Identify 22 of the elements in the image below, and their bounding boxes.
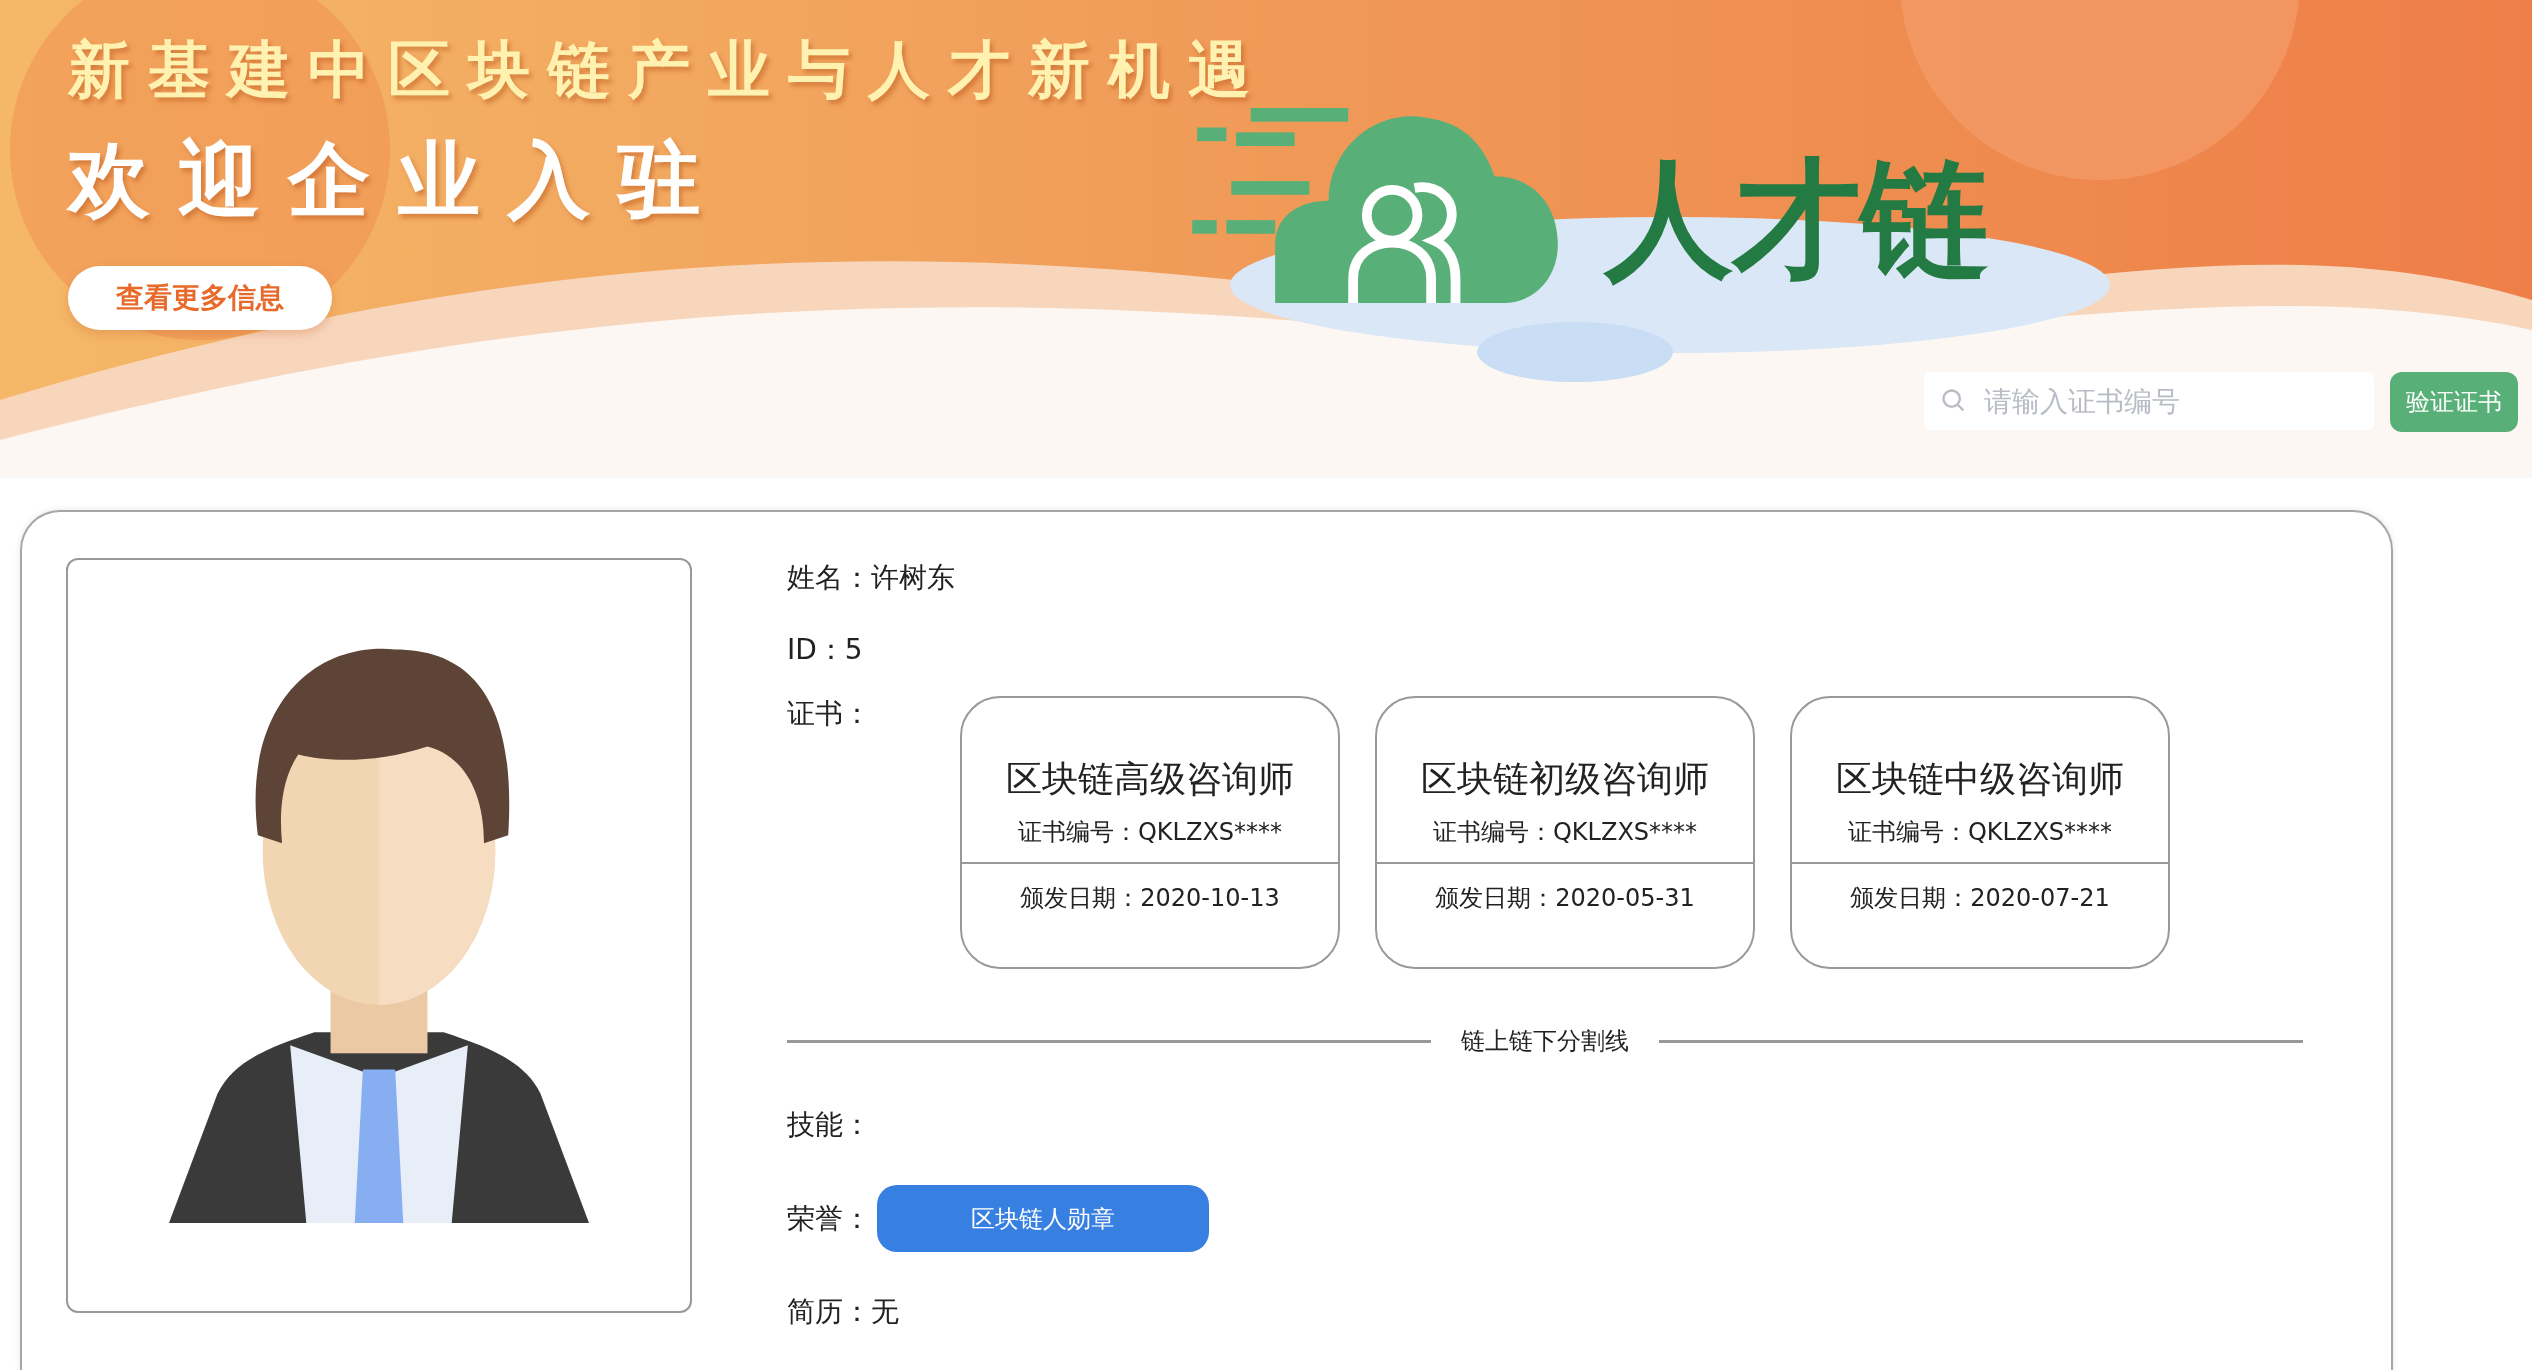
name-text: 姓名：许树东 [787,560,956,596]
more-info-button[interactable]: 查看更多信息 [68,266,332,330]
issue-date: 颁发日期：2020-07-21 [1850,883,2110,914]
honors-label: 荣誉： [787,1200,871,1237]
certificate-title: 区块链高级咨询师 [1006,757,1294,801]
certificate-search-field[interactable]: 请输入证书编号 [1924,372,2374,430]
banner-headline: 新基建中区块链产业与人才新机遇 [68,32,1268,108]
issue-date: 颁发日期：2020-10-13 [1020,883,1280,914]
certificate-title: 区块链初级咨询师 [1421,757,1709,801]
divider-label: 链上链下分割线 [1461,1026,1629,1057]
certificate-number: 证书编号：QKLZXS**** [1847,817,2113,848]
certificates-label: 证书： [787,696,872,732]
id-text: ID：5 [787,632,864,668]
issue-date: 颁发日期：2020-05-31 [1435,883,1695,914]
certificate-number: 证书编号：QKLZXS**** [1432,817,1698,848]
verify-button[interactable]: 验证证书 [2390,372,2518,432]
banner-subheadline: 欢迎企业入驻 [68,131,728,229]
resume-text: 简历：无 [787,1294,900,1330]
honor-badge: 区块链人勋章 [877,1185,1209,1252]
certificate-number: 证书编号：QKLZXS**** [1017,817,1283,848]
skills-label: 技能： [787,1107,872,1143]
certificate-title: 区块链中级咨询师 [1836,757,2124,801]
